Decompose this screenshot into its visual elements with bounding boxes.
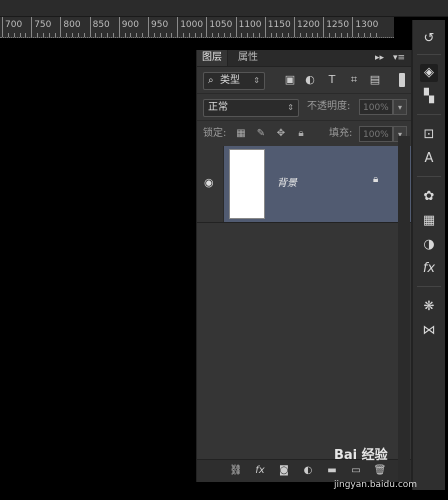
- new-adjustment-layer-icon[interactable]: ◐: [301, 464, 315, 478]
- filter-kind-label: 类型: [220, 75, 240, 86]
- ruler-label: 1050: [209, 20, 233, 30]
- ruler-tick: [31, 17, 33, 37]
- ruler-label: 1100: [238, 20, 262, 30]
- ruler-label: 850: [92, 20, 110, 30]
- ruler-tick: [323, 17, 325, 37]
- image-filter-icon[interactable]: ▣: [283, 73, 297, 87]
- collapse-panel-icon[interactable]: ▸▸: [375, 50, 384, 66]
- ruler-label: 1300: [355, 20, 379, 30]
- eye-icon[interactable]: ◉: [204, 176, 214, 189]
- delete-layer-icon[interactable]: 🗑︎: [373, 464, 387, 478]
- layers-panel: 图层 属性 ▸▸ ▾≡ ⌕ 类型 ⇕ ▣ ◐ T ⌗ ▤ 正常 ⇕ 不透明度: …: [196, 50, 412, 482]
- lock-icon: 🔒︎: [373, 174, 379, 185]
- adjustments-icon[interactable]: ◑: [420, 236, 438, 254]
- adjustment-filter-icon[interactable]: ◐: [303, 73, 317, 87]
- watermark-logo: Bai 经验: [334, 448, 388, 463]
- paths-icon[interactable]: ⊡: [420, 126, 438, 144]
- fill-input[interactable]: 100%: [359, 126, 393, 142]
- horizontal-ruler: 700 750 800 850 900 950 1000 1050 1100 1150 1200 12…: [0, 17, 394, 38]
- dock-separator: [417, 176, 441, 177]
- ruler-label: 800: [63, 20, 81, 30]
- ruler-tick: [118, 17, 120, 37]
- ruler-tick: [177, 17, 179, 37]
- blend-mode-value: 正常: [208, 102, 228, 113]
- blend-mode-row: 正常 ⇕ 不透明度: 100% ▾: [197, 94, 411, 121]
- layers-icon[interactable]: ◈: [420, 64, 438, 82]
- opacity-input[interactable]: 100%: [359, 99, 393, 115]
- ruler-tick: [294, 17, 295, 37]
- swatches-grid-icon[interactable]: ▦: [420, 212, 438, 230]
- fill-label: 填充:: [329, 128, 353, 139]
- ruler-label: 950: [151, 20, 169, 30]
- ruler-tick: [264, 17, 266, 37]
- chevron-updown-icon: ⇕: [253, 76, 260, 85]
- new-layer-icon[interactable]: ▭: [349, 464, 363, 478]
- brush-presets-icon[interactable]: ⋈: [420, 322, 438, 340]
- styles-fx-icon[interactable]: fx: [420, 260, 438, 278]
- ruler-label: 1250: [326, 20, 350, 30]
- blend-mode-select[interactable]: 正常 ⇕: [203, 99, 299, 117]
- layer-name[interactable]: 背景: [277, 174, 297, 189]
- tab-properties[interactable]: 属性: [233, 50, 263, 66]
- shape-filter-icon[interactable]: ⌗: [347, 73, 361, 87]
- ruler-tick: [89, 17, 91, 37]
- chevron-updown-icon: ⇕: [287, 103, 294, 112]
- layer-thumbnail[interactable]: [229, 149, 265, 219]
- text-filter-icon[interactable]: T: [325, 73, 339, 87]
- ruler-label: 700: [5, 20, 23, 30]
- dock-separator: [417, 54, 441, 55]
- color-circles-icon[interactable]: ❋: [420, 298, 438, 316]
- search-icon: ⌕: [208, 75, 214, 86]
- ruler-label: 1150: [267, 20, 291, 30]
- ruler-label: 1000: [180, 20, 204, 30]
- panel-scrollbar[interactable]: [398, 136, 410, 482]
- lock-transparent-pixels-icon[interactable]: ▦: [235, 127, 247, 141]
- tab-layers[interactable]: 图层: [197, 50, 228, 66]
- ruler-tick: [206, 17, 208, 37]
- history-icon[interactable]: ↺: [420, 30, 438, 48]
- ruler-label: 900: [121, 20, 139, 30]
- dock-separator: [417, 114, 441, 115]
- filter-kind-select[interactable]: ⌕ 类型 ⇕: [203, 72, 265, 90]
- opacity-dropdown-button[interactable]: ▾: [393, 99, 407, 115]
- watermark-url: jingyan.baidu.com: [334, 480, 418, 490]
- lock-all-icon[interactable]: 🔒︎: [295, 127, 307, 141]
- add-mask-icon[interactable]: ◙: [277, 464, 291, 478]
- layer-style-fx-icon[interactable]: fx: [253, 464, 267, 478]
- ruler-label: 750: [34, 20, 52, 30]
- ruler-tick: [235, 17, 237, 37]
- opacity-label: 不透明度:: [307, 101, 351, 112]
- dock-separator: [417, 286, 441, 287]
- lock-position-icon[interactable]: ✥: [275, 127, 287, 141]
- panel-menu-icon[interactable]: ▾≡: [393, 50, 405, 66]
- character-icon[interactable]: A: [420, 150, 438, 168]
- smart-object-filter-icon[interactable]: ▤: [368, 73, 382, 87]
- lock-label: 锁定:: [203, 128, 227, 139]
- document-canvas[interactable]: [0, 38, 196, 500]
- new-group-folder-icon[interactable]: ▬: [325, 464, 339, 478]
- ruler-tick: [352, 17, 354, 37]
- layer-row-background[interactable]: ◉ 背景 🔒︎: [197, 146, 411, 223]
- application-top-bar: [0, 0, 448, 17]
- layer-filter-row: ⌕ 类型 ⇕ ▣ ◐ T ⌗ ▤: [197, 67, 411, 94]
- filter-toggle-switch[interactable]: [399, 73, 405, 87]
- ruler-tick: [60, 17, 62, 37]
- link-layers-icon[interactable]: ⛓: [229, 464, 243, 478]
- channels-icon[interactable]: ▚: [420, 88, 438, 106]
- lock-fill-row: 锁定: ▦ ✎ ✥ 🔒︎ 填充: 100% ▾: [197, 121, 411, 148]
- ruler-label: 1200: [297, 20, 320, 30]
- ruler-tick: [2, 17, 3, 37]
- right-panel-dock: ↺ ◈ ▚ ⊡ A ✿ ▦ ◑ fx ❋ ⋈: [412, 20, 445, 490]
- lock-image-pixels-icon[interactable]: ✎: [255, 127, 267, 141]
- visibility-column: ◉: [197, 146, 224, 222]
- color-palette-icon[interactable]: ✿: [420, 188, 438, 206]
- panel-tab-bar: 图层 属性 ▸▸ ▾≡: [197, 50, 411, 67]
- ruler-tick: [148, 17, 149, 37]
